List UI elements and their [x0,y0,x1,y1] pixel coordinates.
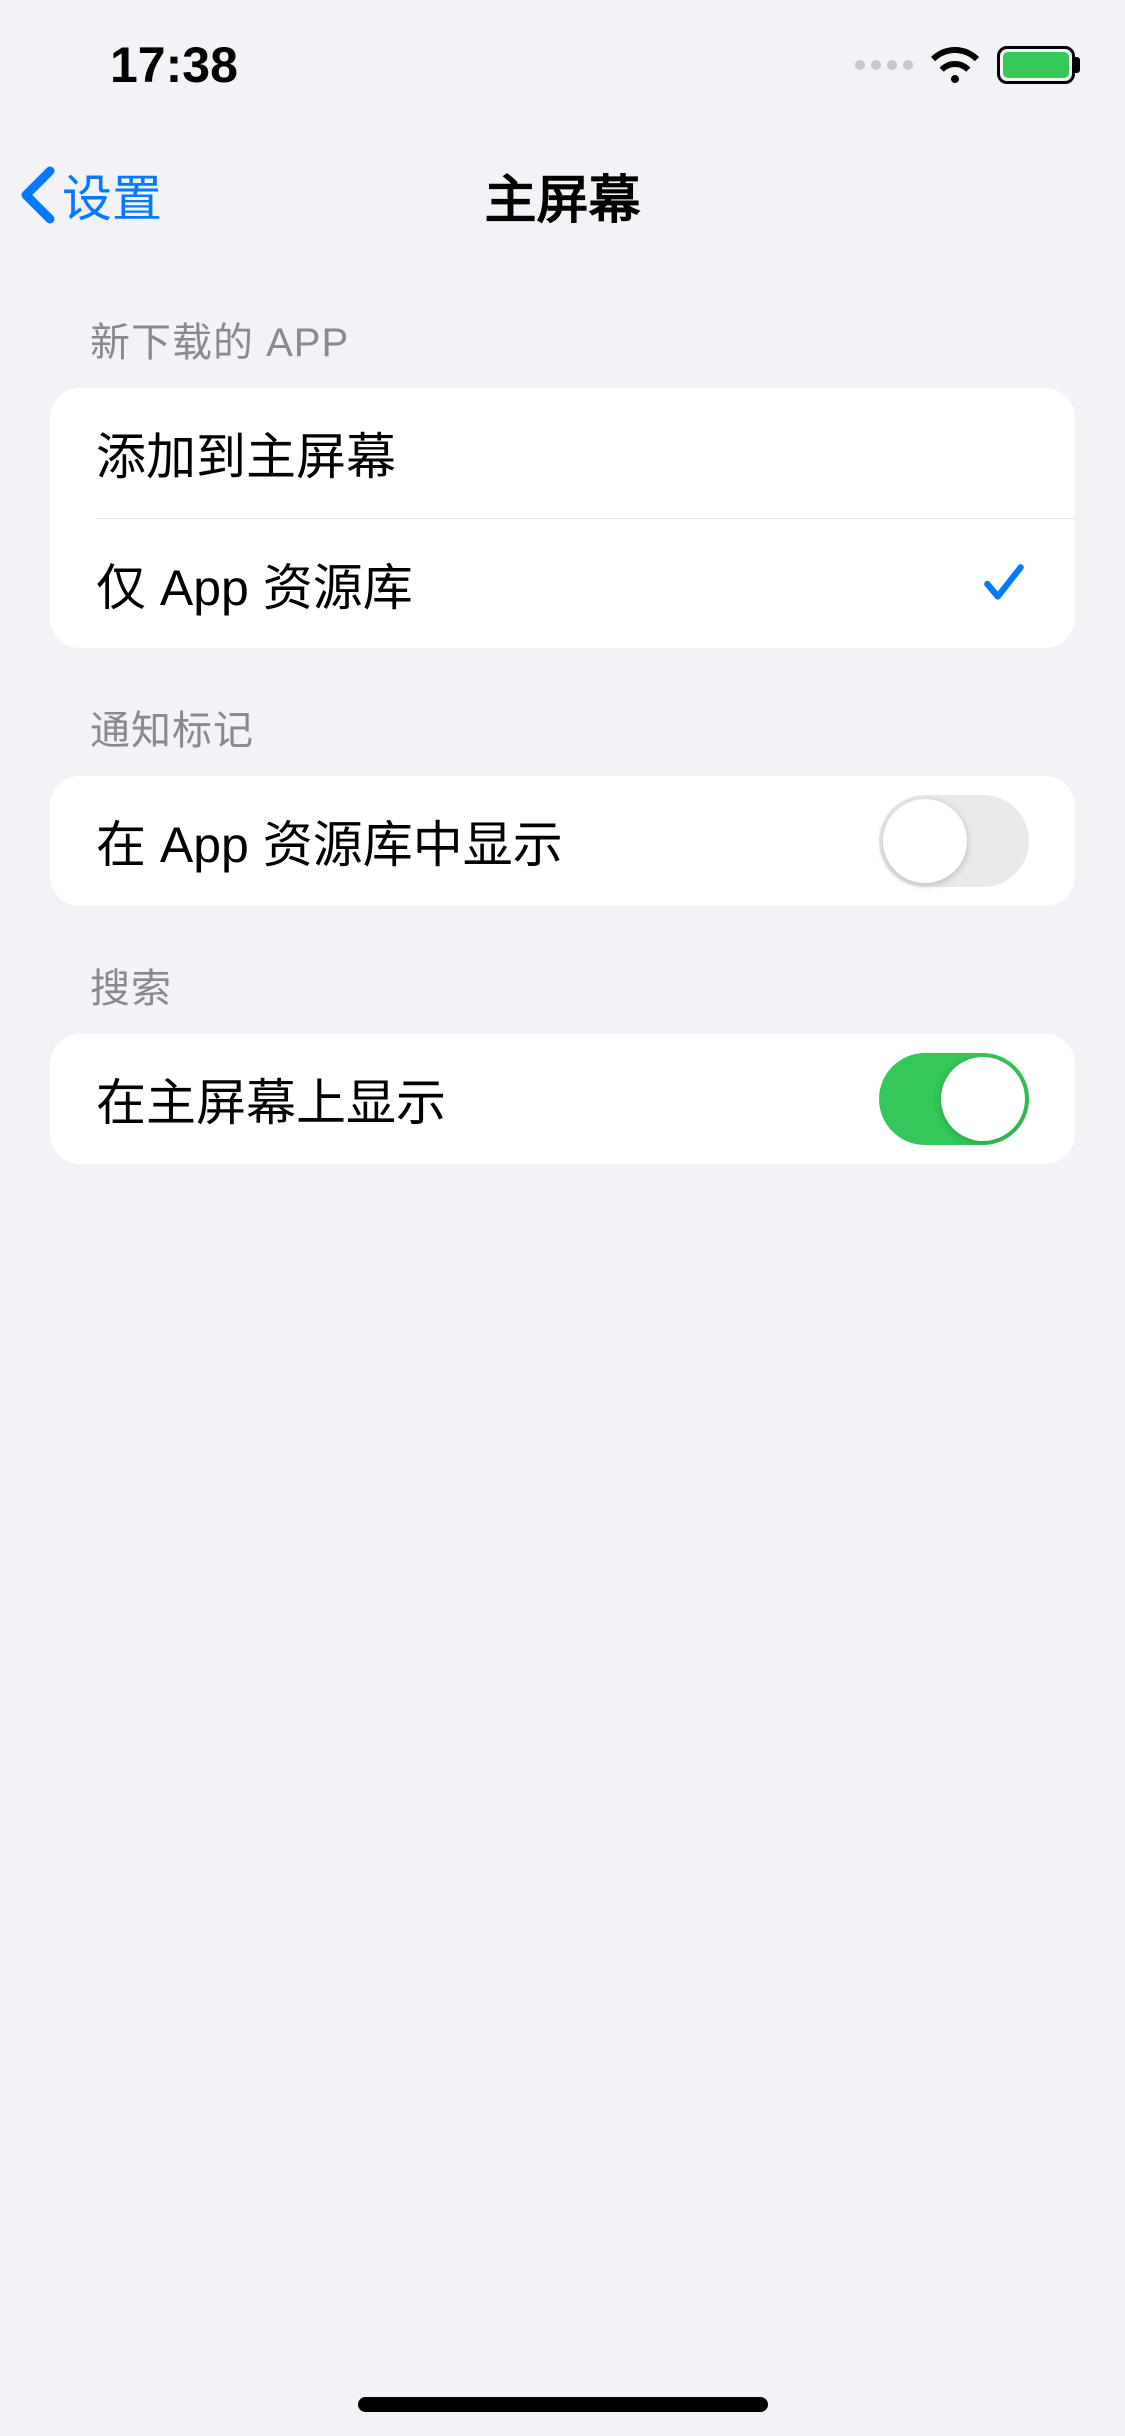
option-add-to-home[interactable]: 添加到主屏幕 [50,388,1075,518]
home-indicator[interactable] [358,2397,768,2412]
row-label: 在 App 资源库中显示 [96,805,563,877]
group-badges: 在 App 资源库中显示 [50,776,1075,906]
row-label: 在主屏幕上显示 [96,1063,446,1135]
toggle-show-in-library[interactable] [879,795,1029,887]
option-app-library-only[interactable]: 仅 App 资源库 [96,518,1075,648]
option-label: 添加到主屏幕 [96,417,396,489]
row-show-on-home: 在主屏幕上显示 [50,1034,1075,1164]
status-time: 17:38 [110,36,238,94]
checkmark-icon [979,559,1029,609]
group-search: 在主屏幕上显示 [50,1034,1075,1164]
status-bar: 17:38 [0,0,1125,130]
row-show-in-library: 在 App 资源库中显示 [50,776,1075,906]
battery-icon [997,46,1075,84]
wifi-icon [931,47,979,83]
section-header-search: 搜索 [50,906,1075,1034]
status-icons [855,46,1075,84]
section-header-badges: 通知标记 [50,648,1075,776]
page-title: 主屏幕 [484,158,640,233]
cellular-signal-icon [855,60,913,70]
back-button[interactable]: 设置 [20,159,162,231]
chevron-left-icon [20,165,56,225]
option-label: 仅 App 资源库 [96,548,413,620]
toggle-show-on-home[interactable] [879,1053,1029,1145]
content-area: 新下载的 APP 添加到主屏幕 仅 App 资源库 通知标记 在 App 资源库… [0,260,1125,1164]
section-header-new-apps: 新下载的 APP [50,260,1075,388]
back-label: 设置 [62,159,162,231]
navigation-bar: 设置 主屏幕 [0,130,1125,260]
group-new-apps: 添加到主屏幕 仅 App 资源库 [50,388,1075,648]
